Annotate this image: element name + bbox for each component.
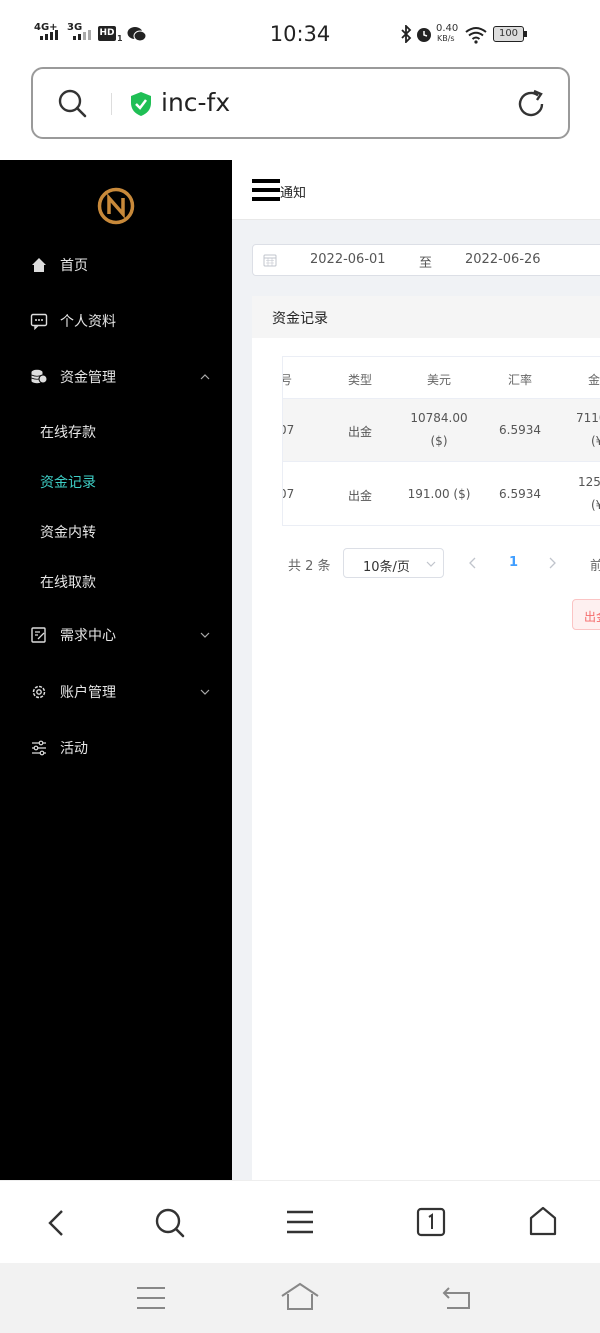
battery-icon: 100 [493,26,524,42]
calendar-icon [263,254,277,267]
edit-doc-icon [31,627,46,643]
search-icon[interactable] [58,89,88,119]
date-range-picker[interactable]: 2022-06-01 至 2022-06-26 [252,244,600,276]
home-icon[interactable] [528,1206,558,1236]
page-size-select[interactable]: 10条/页 [343,548,444,578]
col-header-amount: 金 [588,373,600,387]
current-page[interactable]: 1 [509,555,518,570]
nav-label-accounts: 账户管理 [60,685,116,701]
nav-item-funds[interactable]: 资金管理 [0,357,232,397]
browser-toolbar [0,1180,600,1263]
nav-item-requests[interactable]: 需求中心 [0,615,232,655]
end-date-input[interactable]: 2022-06-26 [465,252,541,267]
brand-logo-icon[interactable] [97,187,135,225]
goto-label: 前 [590,559,600,574]
table-row[interactable]: 07 出金 191.00 ($) 6.5934 1259 (¥ [283,463,600,525]
bluetooth-icon [401,25,412,43]
cell-usd: 10784.00 [410,411,468,425]
chevron-down-icon [200,689,210,695]
cell-usd-unit: ($) [430,434,448,448]
cell-rate: 6.5934 [499,423,541,437]
address-bar[interactable]: inc-fx [31,67,570,139]
nav-label-profile: 个人资料 [60,314,116,330]
net-speed-unit: KB/s [437,34,455,43]
secure-shield-icon [131,92,151,116]
url-text[interactable]: inc-fx [161,88,230,117]
nav-label-home: 首页 [60,258,88,274]
nav-label-funds: 资金管理 [60,370,116,386]
prev-page-icon[interactable] [468,557,478,569]
sub-item-fund-records[interactable]: 资金记录 [40,472,96,492]
col-header-rate: 汇率 [507,373,532,387]
net-speed-value: 0.40 [436,23,459,34]
divider [111,93,112,115]
top-bar: 通知 [232,160,600,220]
nav-label-events: 活动 [60,741,88,757]
cell-amount-unit: (¥ [591,498,600,512]
sub-item-online-withdraw[interactable]: 在线取款 [40,572,96,592]
page-size-value: 10条/页 [363,560,410,575]
home-icon [32,258,46,272]
nav-label-requests: 需求中心 [60,628,116,644]
cell-usd: 191.00 ($) [407,487,471,501]
menu-toggle-icon[interactable] [252,178,280,202]
status-tag-label: 出金 [584,610,600,624]
col-header-type: 类型 [347,373,372,387]
cell-amount: 1259 [578,475,600,489]
chevron-down-icon [426,561,436,567]
system-home-icon[interactable] [280,1282,320,1312]
sub-item-fund-transfer[interactable]: 资金内转 [40,522,96,542]
alarm-icon [417,28,431,42]
sliders-icon [32,740,46,756]
table-row[interactable]: 07 出金 10784.00 ($) 6.5934 7110 (¥ [283,399,600,462]
gear-icon [32,685,46,699]
nav-item-home[interactable]: 首页 [0,245,232,285]
wifi-icon [465,27,487,44]
records-table: 号 类型 美元 汇率 金 07 出金 10784.00 ($) 6.5934 7… [282,356,600,526]
status-bar: 4G+ 3G HD 1 10:34 0.40 KB/s 100 [0,0,600,62]
next-page-icon[interactable] [547,557,557,569]
back-icon[interactable] [45,1209,69,1237]
col-header-usd: 美元 [426,373,451,387]
system-nav-bar [0,1263,600,1333]
start-date-input[interactable]: 2022-06-01 [310,252,386,267]
cell-rate: 6.5934 [499,487,541,501]
message-icon [30,313,48,330]
cell-type: 出金 [347,489,372,503]
table-header: 号 类型 美元 汇率 金 [283,357,600,399]
system-back-icon[interactable] [441,1284,473,1312]
card-header: 资金记录 [252,296,600,338]
tabs-icon[interactable] [416,1207,446,1237]
cell-no: 07 [283,487,295,501]
menu-icon[interactable] [286,1209,314,1235]
nav-item-accounts[interactable]: 账户管理 [0,672,232,712]
cell-amount: 7110 [576,411,600,425]
search-icon[interactable] [154,1207,186,1239]
nav-item-events[interactable]: 活动 [0,728,232,768]
date-separator: 至 [419,256,433,271]
cell-type: 出金 [347,425,372,439]
chevron-down-icon [200,632,210,638]
col-header-no: 号 [283,371,293,388]
recents-icon[interactable] [136,1286,166,1310]
nav-item-profile[interactable]: 个人资料 [0,301,232,341]
notice-link[interactable]: 通知 [280,182,306,201]
reload-icon[interactable] [515,88,547,120]
sidebar: 首页 个人资料 资金管理 在线存款 资金记录 资金内转 在线取款 需求中心 账户… [0,160,232,1180]
status-tag: 出金 [572,599,600,630]
card-title: 资金记录 [272,311,328,327]
cell-amount-unit: (¥ [591,434,600,448]
pagination-total: 共 2 条 [288,559,331,574]
chevron-up-icon [200,374,210,380]
coins-icon [31,369,48,384]
battery-tip [524,31,527,37]
cell-no: 07 [283,423,295,437]
sub-item-online-deposit[interactable]: 在线存款 [40,422,96,442]
